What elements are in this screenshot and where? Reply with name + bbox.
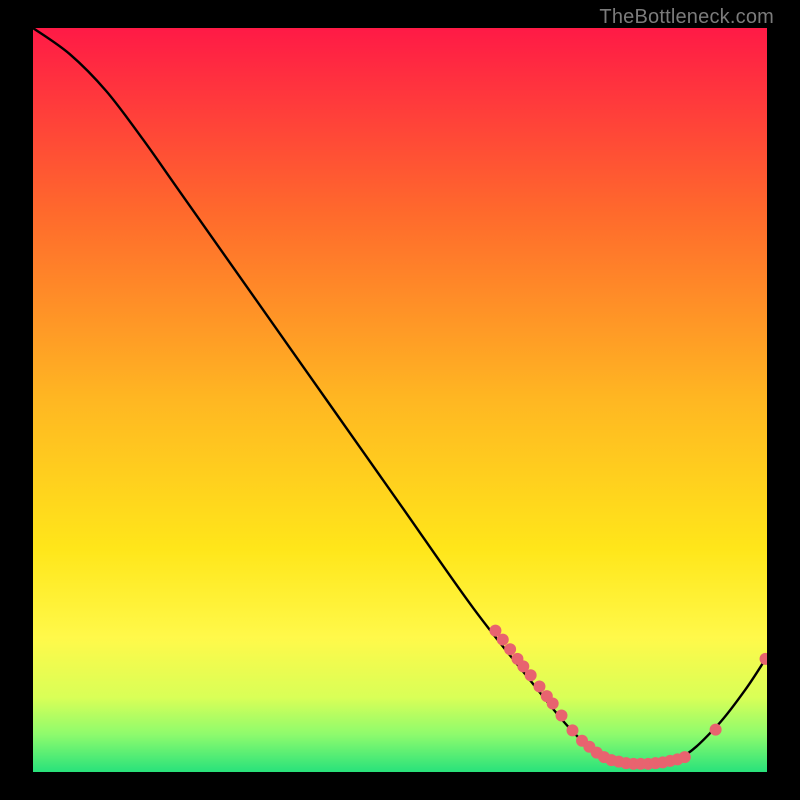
chart-svg: [33, 28, 767, 772]
watermark-label: TheBottleneck.com: [599, 6, 774, 29]
scatter-point: [679, 751, 691, 763]
scatter-point: [566, 724, 578, 736]
scatter-point: [533, 680, 545, 692]
scatter-point: [547, 698, 559, 710]
scatter-point: [525, 669, 537, 681]
chart-stage: TheBottleneck.com: [0, 0, 800, 800]
scatter-point: [497, 634, 509, 646]
scatter-point: [710, 724, 722, 736]
chart-plot-area: [33, 28, 767, 772]
scatter-point: [555, 709, 567, 721]
scatter-point: [504, 643, 516, 655]
